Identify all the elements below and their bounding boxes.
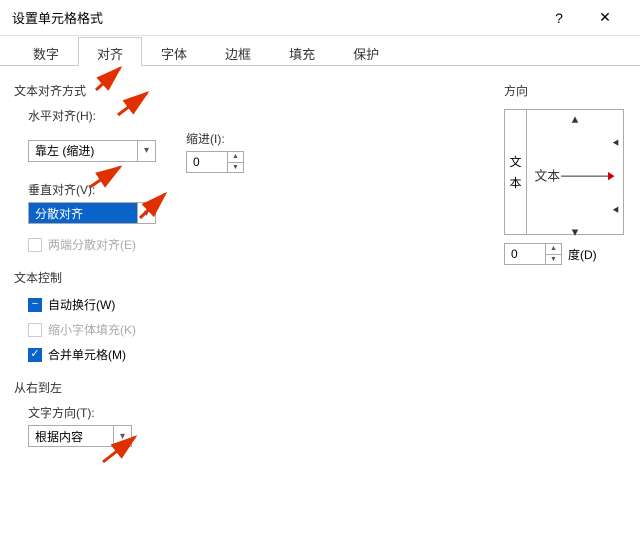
- combo-v-align-value: 分散对齐: [29, 205, 137, 222]
- tab-alignment[interactable]: 对齐: [78, 37, 142, 66]
- checkbox-shrink: [28, 323, 42, 337]
- label-h-align: 水平对齐(H):: [28, 105, 504, 128]
- spin-indent[interactable]: 0 ▲▼: [186, 151, 244, 173]
- chevron-up-icon[interactable]: ▲: [228, 152, 243, 163]
- checkbox-wrap[interactable]: −: [28, 298, 42, 312]
- label-indent: 缩进(I):: [186, 128, 244, 151]
- orientation-control[interactable]: 文 本 文本: [504, 109, 624, 235]
- combo-text-direction[interactable]: 根据内容 ▾: [28, 425, 132, 447]
- section-text-control: 文本控制: [14, 265, 504, 292]
- section-rtl: 从右到左: [14, 375, 504, 402]
- label-shrink: 缩小字体填充(K): [48, 321, 136, 338]
- tab-protection[interactable]: 保护: [334, 37, 398, 66]
- tab-number[interactable]: 数字: [14, 37, 78, 66]
- chevron-down-icon: ▾: [137, 141, 155, 161]
- spin-indent-value: 0: [187, 152, 227, 172]
- tab-fill[interactable]: 填充: [270, 37, 334, 66]
- chevron-down-icon[interactable]: ▼: [228, 163, 243, 173]
- spin-degrees-value: 0: [505, 244, 545, 264]
- combo-h-align-value: 靠左 (缩进): [29, 142, 137, 159]
- chevron-down-icon[interactable]: ▼: [546, 255, 561, 265]
- label-justify-distributed: 两端分散对齐(E): [48, 236, 136, 253]
- spin-degrees[interactable]: 0 ▲▼: [504, 243, 562, 265]
- tab-font[interactable]: 字体: [142, 37, 206, 66]
- combo-v-align[interactable]: 分散对齐 ▾: [28, 202, 156, 224]
- tab-border[interactable]: 边框: [206, 37, 270, 66]
- chevron-down-icon: ▾: [113, 426, 131, 446]
- section-orientation: 方向: [504, 78, 624, 105]
- checkbox-justify-distributed: [28, 238, 42, 252]
- label-wrap: 自动换行(W): [48, 296, 115, 313]
- label-degrees: 度(D): [568, 246, 597, 263]
- tab-bar: 数字 对齐 字体 边框 填充 保护: [0, 36, 640, 66]
- label-text-direction: 文字方向(T):: [28, 402, 504, 425]
- close-button[interactable]: ✕: [582, 0, 628, 36]
- help-button[interactable]: ?: [536, 0, 582, 36]
- chevron-up-icon[interactable]: ▲: [546, 244, 561, 255]
- orientation-dial[interactable]: 文本: [527, 110, 623, 234]
- combo-text-direction-value: 根据内容: [29, 428, 113, 445]
- chevron-down-icon: ▾: [137, 203, 155, 223]
- orientation-vertical-text[interactable]: 文 本: [505, 110, 527, 234]
- svg-text:文本: 文本: [534, 168, 560, 183]
- section-text-alignment: 文本对齐方式: [14, 78, 504, 105]
- combo-h-align[interactable]: 靠左 (缩进) ▾: [28, 140, 156, 162]
- label-merge: 合并单元格(M): [48, 346, 126, 363]
- label-v-align: 垂直对齐(V):: [28, 179, 504, 202]
- window-title: 设置单元格格式: [12, 8, 103, 27]
- checkbox-merge[interactable]: ✓: [28, 348, 42, 362]
